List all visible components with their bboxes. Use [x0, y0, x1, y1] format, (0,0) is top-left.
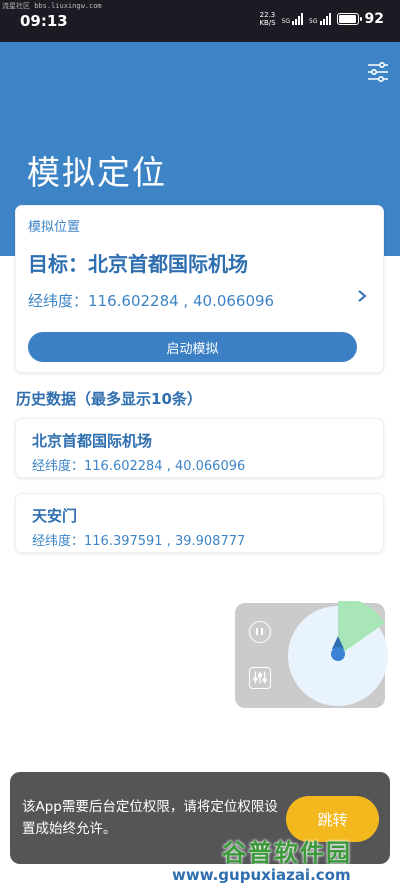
signal-bars-icon — [319, 13, 331, 25]
pause-icon[interactable] — [249, 621, 271, 643]
target-card: 模拟位置 目标：北京首都国际机场 经纬度：116.602284 , 40.066… — [15, 205, 384, 373]
history-title: 历史数据（最多显示10条） — [16, 390, 202, 408]
status-watermark: 流星社区 bbs.liuxingw.com — [2, 2, 102, 10]
floating-location-widget — [235, 601, 388, 708]
page-title: 模拟定位 — [27, 153, 167, 192]
history-item[interactable]: 北京首都国际机场 经纬度：116.602284 , 40.066096 — [15, 418, 384, 478]
adjust-icon[interactable] — [249, 667, 271, 689]
status-bar: 流星社区 bbs.liuxingw.com 09:13 22.3 KB/S 5G… — [0, 0, 400, 42]
signal-2: 5G — [309, 13, 331, 25]
status-indicators: 22.3 KB/S 5G 5G 92 — [259, 11, 384, 27]
target-label: 模拟位置 — [28, 220, 81, 235]
history-item-name: 天安门 — [32, 507, 78, 525]
signal-bars-icon — [292, 13, 304, 25]
start-simulation-button[interactable]: 启动模拟 — [28, 332, 357, 362]
target-title: 目标：北京首都国际机场 — [28, 252, 248, 276]
target-coords: 经纬度：116.602284 , 40.066096 — [28, 292, 275, 310]
battery-level: 92 — [364, 11, 384, 27]
history-item-coords: 经纬度：116.602284 , 40.066096 — [32, 459, 246, 474]
compass-icon[interactable] — [287, 601, 389, 711]
watermark-logo: 谷普软件园 — [222, 839, 352, 867]
battery-icon — [336, 13, 362, 25]
chevron-right-icon[interactable] — [355, 286, 369, 306]
signal-1: 5G — [282, 13, 304, 25]
history-item[interactable]: 天安门 经纬度：116.397591 , 39.908777 — [15, 493, 384, 553]
history-item-name: 北京首都国际机场 — [32, 432, 153, 450]
history-item-coords: 经纬度：116.397591 , 39.908777 — [32, 534, 246, 549]
sliders-icon[interactable] — [366, 60, 390, 84]
network-speed: 22.3 KB/S — [259, 11, 276, 27]
status-time: 09:13 — [20, 12, 68, 30]
watermark-url: www.gupuxiazai.com — [172, 866, 351, 884]
